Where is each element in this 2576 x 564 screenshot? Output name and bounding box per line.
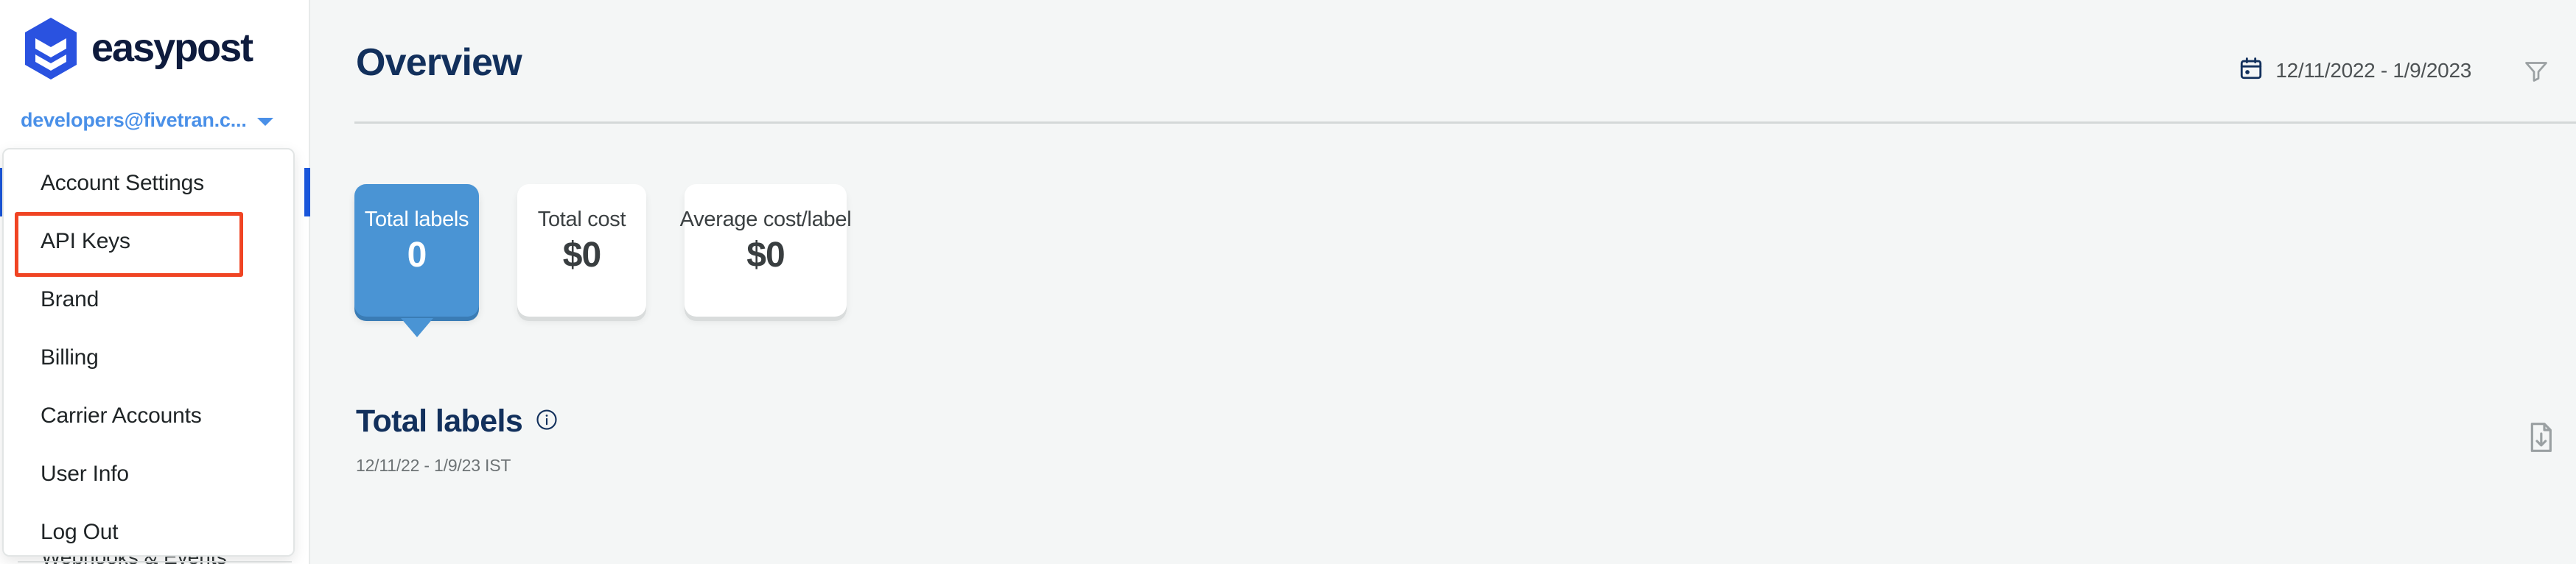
stat-card-total-cost[interactable]: Total cost $0 (517, 184, 646, 317)
stat-card-label: Total labels (364, 208, 469, 231)
header-divider (354, 121, 2576, 124)
page-title: Overview (356, 41, 522, 84)
section-subtitle: 12/11/22 - 1/9/23 IST (356, 456, 511, 475)
stat-card-total-labels[interactable]: Total labels 0 (354, 184, 479, 317)
sidebar-divider (18, 561, 292, 563)
app-root: easypost developers@fivetran.c... Webhoo… (0, 0, 2576, 564)
menu-item-brand[interactable]: Brand (4, 270, 293, 328)
menu-item-account-settings[interactable]: Account Settings (4, 154, 293, 212)
calendar-icon (2239, 56, 2264, 85)
filter-funnel-icon[interactable] (2523, 57, 2549, 88)
date-range-picker[interactable]: 12/11/2022 - 1/9/2023 (2239, 56, 2471, 85)
info-circle-icon[interactable] (536, 409, 558, 434)
account-email-dropdown-toggle[interactable]: developers@fivetran.c... (21, 109, 273, 132)
stat-card-label: Total cost (537, 208, 626, 231)
stat-cards: Total labels 0 Total cost $0 Average cos… (354, 184, 852, 317)
menu-item-user-info[interactable]: User Info (4, 445, 293, 503)
section-header: Total labels 12/11/22 - 1/9/23 IST (356, 403, 558, 476)
easypost-wordmark: easypost (91, 26, 283, 71)
date-range-label: 12/11/2022 - 1/9/2023 (2275, 58, 2471, 82)
stat-card-label: Average cost/label (679, 208, 852, 231)
document-download-icon[interactable] (2526, 421, 2555, 457)
menu-item-api-keys[interactable]: API Keys (4, 212, 293, 270)
brand-logo[interactable]: easypost (22, 16, 283, 81)
stat-card-value: 0 (407, 236, 427, 275)
menu-item-carrier-accounts[interactable]: Carrier Accounts (4, 387, 293, 445)
account-email-label: developers@fivetran.c... (21, 109, 247, 131)
menu-item-log-out[interactable]: Log Out (4, 503, 293, 555)
svg-text:easypost: easypost (91, 26, 253, 70)
sidebar-active-indicator-right (304, 168, 310, 216)
main-content: Overview 12/11/2022 - 1/9/2023 Total lab… (312, 0, 2576, 564)
stat-card-value: $0 (562, 236, 601, 275)
easypost-hexagon-logo-icon (22, 16, 80, 81)
menu-item-billing[interactable]: Billing (4, 328, 293, 387)
stat-card-value: $0 (746, 236, 785, 275)
account-dropdown-menu[interactable]: Account Settings API Keys Brand Billing … (2, 148, 295, 557)
chevron-down-icon (256, 118, 273, 126)
stat-card-average-cost-per-label[interactable]: Average cost/label $0 (680, 184, 852, 317)
section-title: Total labels (356, 403, 523, 439)
